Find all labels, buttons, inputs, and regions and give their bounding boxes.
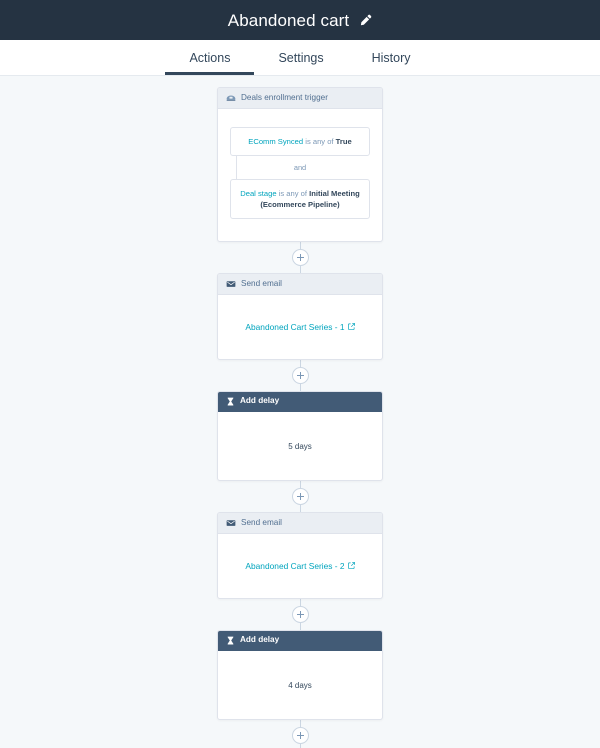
action-body: 4 days [218, 651, 382, 719]
filter-property: EComm Synced [248, 137, 304, 146]
action-label: Add delay [240, 635, 280, 645]
envelope-icon [226, 518, 236, 528]
action-header: Send email [218, 513, 382, 534]
hourglass-icon [226, 397, 235, 406]
plus-icon [299, 254, 301, 261]
page-title: Abandoned cart [227, 10, 350, 30]
action-body: 5 days [218, 412, 382, 480]
plus-icon [299, 611, 301, 618]
tab-actions[interactable]: Actions [165, 51, 255, 75]
action-body: Abandoned Cart Series - 2 [218, 534, 382, 598]
filter-value-detail: (Ecommerce Pipeline) [260, 200, 340, 209]
action-card-send-email-1[interactable]: Send email Abandoned Cart Series - 1 [217, 273, 383, 360]
action-body: Abandoned Cart Series - 1 [218, 295, 382, 359]
tab-history[interactable]: History [348, 51, 435, 76]
action-label: Add delay [240, 396, 280, 406]
delay-duration: 5 days [288, 442, 312, 451]
add-step-button[interactable] [291, 367, 309, 384]
connector [217, 720, 383, 748]
filter-property: Deal stage [240, 189, 277, 198]
tab-settings[interactable]: Settings [254, 51, 347, 76]
plus-icon [299, 493, 301, 500]
connector [217, 242, 383, 273]
enrollment-trigger-card[interactable]: Deals enrollment trigger EComm Synced is… [217, 87, 383, 242]
filter-operator: is any of [305, 137, 334, 146]
action-header: Add delay [218, 392, 382, 412]
email-asset-name: Abandoned Cart Series - 1 [245, 322, 345, 332]
connector [217, 481, 383, 512]
workflow-canvas[interactable]: Deals enrollment trigger EComm Synced is… [0, 76, 600, 748]
envelope-icon [226, 279, 236, 289]
email-asset-link[interactable]: Abandoned Cart Series - 2 [245, 561, 355, 571]
add-step-button[interactable] [291, 727, 309, 744]
enrollment-trigger-label: Deals enrollment trigger [241, 92, 328, 102]
hourglass-icon [226, 636, 235, 645]
external-link-icon [347, 322, 355, 332]
filter-operator: is any of [278, 189, 307, 198]
plus-icon [299, 372, 301, 379]
add-step-button[interactable] [291, 488, 309, 505]
email-asset-name: Abandoned Cart Series - 2 [245, 561, 345, 571]
add-step-button[interactable] [291, 249, 309, 266]
deals-icon [226, 93, 236, 103]
action-label: Send email [241, 278, 282, 288]
action-header: Add delay [218, 631, 382, 651]
action-header: Send email [218, 274, 382, 295]
add-step-button[interactable] [291, 606, 309, 623]
filter-criterion-2[interactable]: Deal stage is any of Initial Meeting (Ec… [230, 179, 370, 219]
action-card-send-email-2[interactable]: Send email Abandoned Cart Series - 2 [217, 512, 383, 599]
workflow-flow: Deals enrollment trigger EComm Synced is… [217, 76, 383, 748]
filter-value: True [335, 137, 352, 146]
external-link-icon [347, 561, 355, 571]
action-card-add-delay-1[interactable]: Add delay 5 days [217, 391, 383, 481]
filter-value: Initial Meeting [309, 189, 360, 198]
tab-bar: Actions Settings History [0, 40, 600, 76]
filter-joiner: and [230, 156, 370, 179]
delay-duration: 4 days [288, 681, 312, 690]
connector [217, 599, 383, 630]
app-header: Abandoned cart [0, 0, 600, 40]
email-asset-link[interactable]: Abandoned Cart Series - 1 [245, 322, 355, 332]
filter-criterion-1[interactable]: EComm Synced is any of True [230, 127, 370, 156]
connector [217, 360, 383, 391]
enrollment-trigger-header: Deals enrollment trigger [218, 88, 382, 109]
enrollment-trigger-body: EComm Synced is any of True and Deal sta… [218, 109, 382, 241]
action-label: Send email [241, 517, 282, 527]
plus-icon [299, 732, 301, 739]
pencil-icon[interactable] [359, 14, 372, 27]
action-card-add-delay-2[interactable]: Add delay 4 days [217, 630, 383, 720]
